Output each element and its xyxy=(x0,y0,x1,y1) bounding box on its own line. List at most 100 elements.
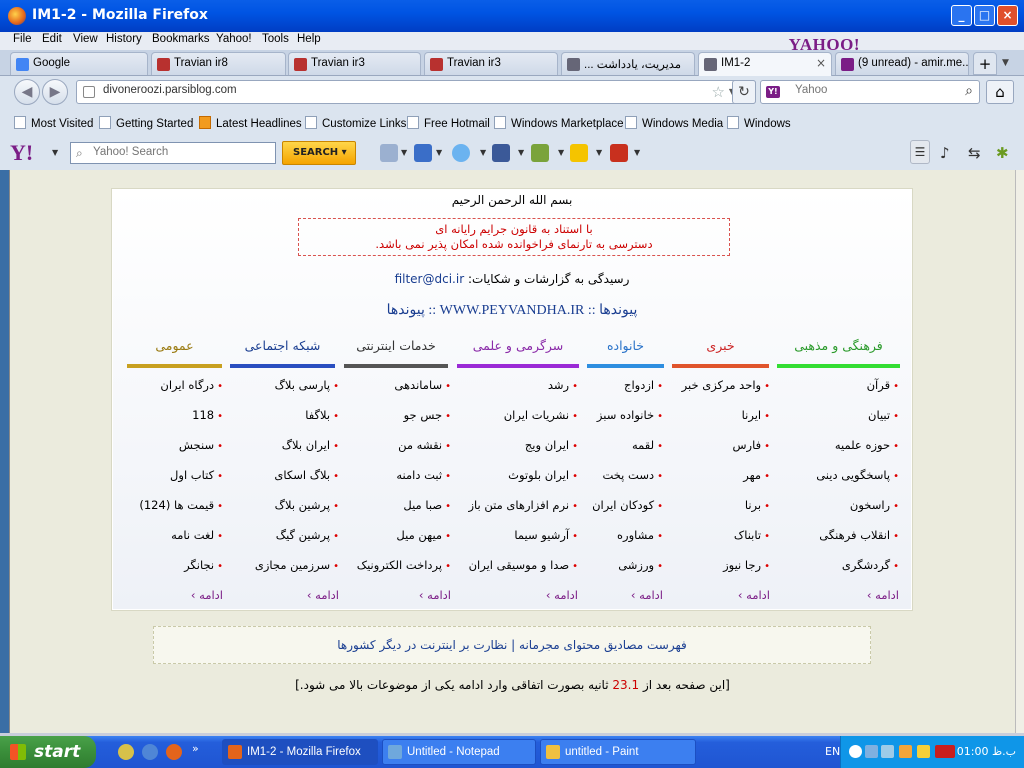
bell-icon[interactable]: ♪ xyxy=(940,144,950,162)
tab-yahoo-mail[interactable]: (9 unread) - amir.me... xyxy=(835,52,969,75)
link-item[interactable]: ایرنا xyxy=(670,408,770,438)
forward-button[interactable]: ▶ xyxy=(42,79,68,105)
task-paint[interactable]: untitled - Paint xyxy=(540,739,696,765)
link-item[interactable]: ثبت دامنه xyxy=(343,468,451,498)
link-item[interactable]: ایران ویج xyxy=(448,438,578,468)
search-bar[interactable]: Y! ⌕ xyxy=(760,80,980,104)
bookmark-free-hotmail[interactable]: Free Hotmail xyxy=(407,116,490,130)
chevron-down-icon[interactable]: ▼ xyxy=(52,148,58,157)
menu-help[interactable]: Help xyxy=(297,33,321,45)
menu-bookmarks[interactable]: Bookmarks xyxy=(152,33,210,45)
home-button[interactable]: ⌂ xyxy=(986,80,1014,104)
weather-icon[interactable] xyxy=(452,144,470,162)
yahoo-search-input[interactable] xyxy=(93,146,263,158)
link-item[interactable]: لغت نامه xyxy=(125,528,223,558)
yahoo-toolbar-logo[interactable]: Y! xyxy=(10,140,44,166)
yahoo-search-button[interactable]: SEARCH ▾ xyxy=(282,141,356,165)
tab-travian-ir3-2[interactable]: Travian ir3 xyxy=(424,52,558,75)
link-item[interactable]: بلاگفا xyxy=(231,408,339,438)
category-general[interactable]: عمومی xyxy=(127,338,222,368)
ati-icon[interactable] xyxy=(935,745,955,758)
chevron-down-icon[interactable]: ▼ xyxy=(480,148,486,157)
link-item[interactable]: آرشیو سیما xyxy=(448,528,578,558)
category-social-network[interactable]: شبکه اجتماعی xyxy=(230,338,335,368)
ebay-icon[interactable] xyxy=(570,144,588,162)
category-entertainment[interactable]: سرگرمی و علمی xyxy=(457,338,579,368)
more-link[interactable]: ادامه xyxy=(231,588,339,618)
more-link[interactable]: ادامه xyxy=(448,588,578,618)
link-item[interactable]: ایران بلوتوث xyxy=(448,468,578,498)
tab-travian-ir3[interactable]: Travian ir3 xyxy=(288,52,421,75)
toolbar-menu-icon[interactable]: ☰ xyxy=(910,140,930,164)
link-item[interactable]: تابناک xyxy=(670,528,770,558)
link-item[interactable]: پاسخگویی دینی xyxy=(799,468,899,498)
more-link[interactable]: ادامه xyxy=(799,588,899,618)
link-item[interactable]: برنا xyxy=(670,498,770,528)
bookmark-getting-started[interactable]: Getting Started xyxy=(99,116,193,130)
security-icon[interactable] xyxy=(899,745,912,758)
link-item[interactable]: مهر xyxy=(670,468,770,498)
link-item[interactable]: نشریات ایران xyxy=(448,408,578,438)
more-link[interactable]: ادامه xyxy=(343,588,451,618)
links-heading[interactable]: پیوندها :: WWW.PEYVANDHA.IR :: پیوندها xyxy=(113,302,911,319)
link-item[interactable]: جس جو xyxy=(343,408,451,438)
category-cultural[interactable]: فرهنگی و مذهبی xyxy=(777,338,900,368)
link-item[interactable]: رجا نیوز xyxy=(670,558,770,588)
mail-icon[interactable] xyxy=(414,144,432,162)
link-item[interactable]: نجانگر xyxy=(125,558,223,588)
swap-icon[interactable]: ⇆ xyxy=(968,144,981,162)
link-item[interactable]: قیمت ها (124) xyxy=(125,498,223,528)
link-item[interactable]: فارس xyxy=(670,438,770,468)
bookmark-windows-media[interactable]: Windows Media xyxy=(625,116,723,130)
close-button[interactable]: × xyxy=(997,5,1018,26)
network-icon[interactable] xyxy=(865,745,878,758)
quicklaunch-expand-icon[interactable]: » xyxy=(192,742,199,755)
bookmarks-icon[interactable] xyxy=(380,144,398,162)
facebook-icon[interactable] xyxy=(492,144,510,162)
firefox-quicklaunch-icon[interactable] xyxy=(166,744,182,760)
bookmark-star-icon[interactable]: ☆ xyxy=(712,83,725,101)
link-item[interactable]: دست پخت xyxy=(563,468,663,498)
close-tab-icon[interactable]: × xyxy=(816,56,826,70)
link-item[interactable]: صدا و موسیقی ایران xyxy=(448,558,578,588)
back-button[interactable]: ◀ xyxy=(14,79,40,105)
link-item[interactable]: واحد مرکزی خبر xyxy=(670,378,770,408)
bookmark-windows-marketplace[interactable]: Windows Marketplace xyxy=(494,116,623,130)
link-item[interactable]: سنجش xyxy=(125,438,223,468)
chevron-down-icon[interactable]: ▾ xyxy=(342,147,347,158)
maximize-button[interactable]: □ xyxy=(974,5,995,26)
link-item[interactable]: پارسی بلاگ xyxy=(231,378,339,408)
start-button[interactable]: start xyxy=(0,736,96,768)
link-item[interactable]: درگاه ایران xyxy=(125,378,223,408)
link-item[interactable]: لقمه xyxy=(563,438,663,468)
category-internet-services[interactable]: خدمات اینترنتی xyxy=(344,338,448,368)
tab-parsiblog-admin[interactable]: ... مدیریت، یادداشت xyxy=(561,52,695,75)
tray-expand-icon[interactable] xyxy=(849,745,862,758)
link-item[interactable]: صبا میل xyxy=(343,498,451,528)
link-item[interactable]: ورزشی xyxy=(563,558,663,588)
link-item[interactable]: پرداخت الکترونیک xyxy=(343,558,451,588)
url-input[interactable] xyxy=(103,84,703,96)
link-item[interactable]: 118 xyxy=(125,408,223,438)
link-item[interactable]: کتاب اول xyxy=(125,468,223,498)
link-item[interactable]: میهن میل xyxy=(343,528,451,558)
task-notepad[interactable]: Untitled - Notepad xyxy=(382,739,536,765)
language-indicator[interactable]: EN xyxy=(825,745,840,758)
search-input[interactable] xyxy=(795,84,955,96)
bookmark-windows[interactable]: Windows xyxy=(727,116,791,130)
finance-icon[interactable] xyxy=(531,144,549,162)
tab-google[interactable]: Google xyxy=(10,52,148,75)
link-item[interactable]: نقشه من xyxy=(343,438,451,468)
report-email-link[interactable]: filter@dci.ir xyxy=(395,272,465,286)
tab-im1-2[interactable]: IM1-2 × xyxy=(698,52,832,76)
link-item[interactable]: رشد xyxy=(448,378,578,408)
search-icon[interactable]: ⌕ xyxy=(965,83,973,99)
bookmark-customize-links[interactable]: Customize Links xyxy=(305,116,406,130)
link-item[interactable]: مشاوره xyxy=(563,528,663,558)
chevron-down-icon[interactable]: ▼ xyxy=(518,148,524,157)
gift-icon[interactable] xyxy=(610,144,628,162)
media-player-icon[interactable] xyxy=(118,744,134,760)
tab-list-icon[interactable]: ▼ xyxy=(1002,58,1009,68)
menu-view[interactable]: View xyxy=(73,33,98,45)
chevron-down-icon[interactable]: ▼ xyxy=(634,148,640,157)
